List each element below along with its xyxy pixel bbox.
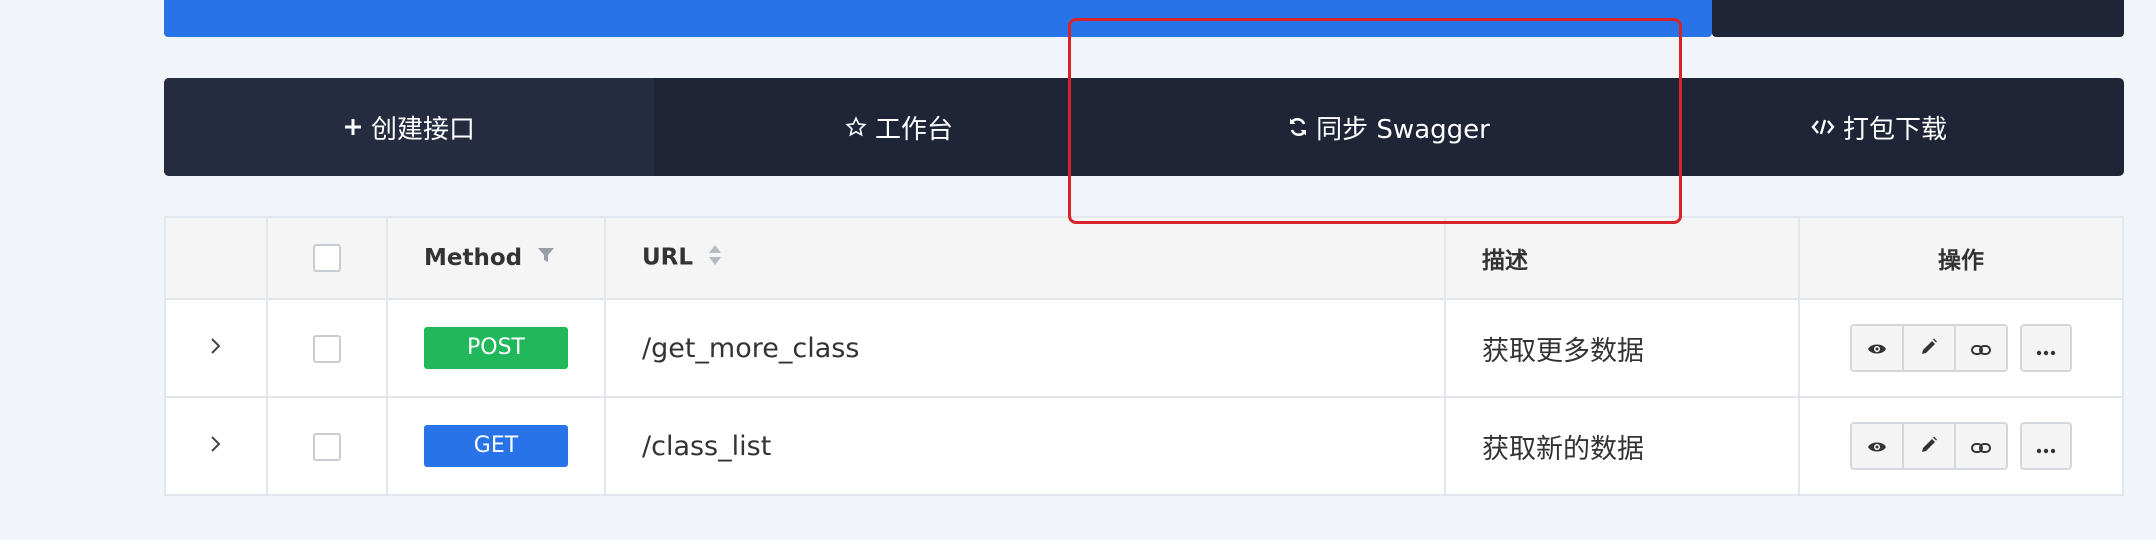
table-header-row: Method URL 描述 操作 [164, 216, 2124, 300]
row-select-cell [266, 396, 388, 496]
package-download-label: 打包下载 [1842, 114, 1947, 145]
select-all-checkbox[interactable] [313, 244, 341, 272]
pencil-icon [1920, 334, 1938, 362]
row-expand-cell [164, 396, 268, 496]
star-icon [845, 116, 867, 138]
description-cell: 获取新的数据 [1444, 396, 1800, 496]
eye-icon [1867, 432, 1887, 460]
more-button[interactable] [2020, 324, 2072, 372]
row-checkbox[interactable] [313, 334, 341, 363]
url-cell: /class_list [604, 396, 1446, 496]
actions-cell [1798, 396, 2124, 496]
expand-column-header [164, 216, 268, 300]
method-cell: POST [386, 298, 606, 398]
select-all-header [266, 216, 388, 300]
ellipsis-icon [2036, 432, 2056, 460]
view-button[interactable] [1852, 326, 1902, 370]
filter-icon[interactable] [536, 245, 556, 271]
more-button[interactable] [2020, 422, 2072, 470]
row-select-cell [266, 298, 388, 398]
url-header-label: URL [642, 244, 694, 271]
row-checkbox[interactable] [313, 432, 341, 461]
plus-icon [343, 117, 363, 137]
method-badge: GET [424, 425, 568, 467]
pencil-icon [1920, 432, 1938, 460]
table-row: POST /get_more_class 获取更多数据 [164, 298, 2124, 398]
url-column-header: URL [604, 216, 1446, 300]
url-cell: /get_more_class [604, 298, 1446, 398]
description-column-header: 描述 [1444, 216, 1800, 300]
url-text: /class_list [642, 430, 772, 462]
row-expand-cell [164, 298, 268, 398]
description-cell: 获取更多数据 [1444, 298, 1800, 398]
link-button[interactable] [1954, 424, 2006, 468]
link-icon [1971, 432, 1991, 460]
highlight-annotation-box [1068, 18, 1682, 224]
link-button[interactable] [1954, 326, 2006, 370]
url-text: /get_more_class [642, 332, 860, 364]
chevron-right-icon[interactable] [209, 434, 223, 454]
workbench-label: 工作台 [874, 114, 953, 145]
actions-column-header: 操作 [1798, 216, 2124, 300]
method-column-header: Method [386, 216, 606, 300]
description-header-label: 描述 [1482, 248, 1528, 274]
code-icon [1811, 117, 1835, 137]
table-row: GET /class_list 获取新的数据 [164, 396, 2124, 496]
description-text: 获取更多数据 [1482, 335, 1644, 367]
edit-button[interactable] [1902, 326, 1954, 370]
description-text: 获取新的数据 [1482, 433, 1644, 465]
edit-button[interactable] [1902, 424, 1954, 468]
api-table: Method URL 描述 操作 POST /get_more_class 获取… [164, 216, 2124, 496]
create-interface-label: 创建接口 [370, 114, 475, 145]
view-button[interactable] [1852, 424, 1902, 468]
top-dark-bar [1712, 0, 2124, 37]
create-interface-button[interactable]: 创建接口 [164, 78, 654, 176]
method-cell: GET [386, 396, 606, 496]
ellipsis-icon [2036, 334, 2056, 362]
link-icon [1971, 334, 1991, 362]
chevron-right-icon[interactable] [209, 336, 223, 356]
actions-header-label: 操作 [1938, 248, 1984, 274]
sort-icon[interactable] [707, 243, 723, 273]
package-download-button[interactable]: 打包下载 [1634, 78, 2124, 176]
eye-icon [1867, 334, 1887, 362]
method-header-label: Method [424, 244, 523, 271]
method-badge: POST [424, 327, 568, 369]
actions-cell [1798, 298, 2124, 398]
